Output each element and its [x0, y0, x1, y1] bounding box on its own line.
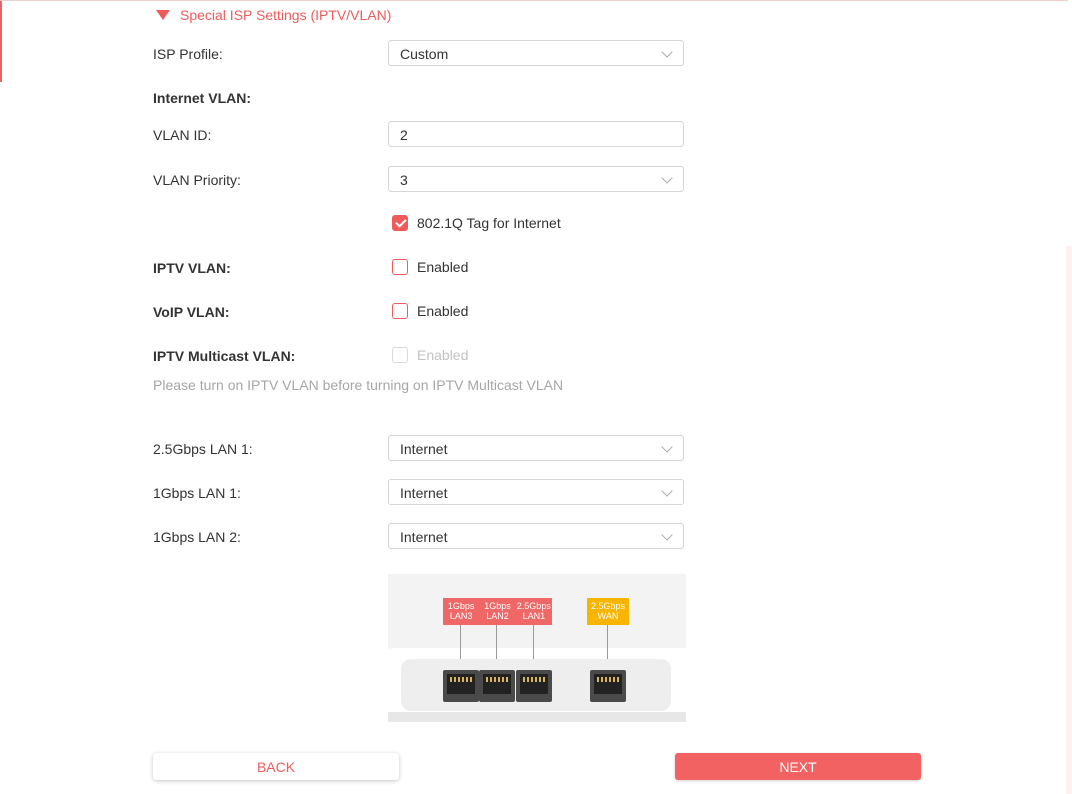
port-value: Internet — [400, 529, 448, 545]
iptv-multicast-hint: Please turn on IPTV VLAN before turning … — [153, 377, 564, 393]
lan1-name: LAN1 — [522, 611, 546, 621]
back-button[interactable]: BACK — [153, 753, 399, 780]
voip-vlan-label: VoIP VLAN: — [153, 304, 230, 320]
vlan-id-input[interactable]: 2 — [388, 121, 684, 147]
iptv-multicast-enabled-label: Enabled — [417, 347, 469, 363]
lan3-name: LAN3 — [449, 611, 473, 621]
triangle-down-icon — [156, 10, 170, 20]
port-select-lan-2-5g-1[interactable]: Internet — [388, 435, 684, 461]
iptv-multicast-checkbox-row: Enabled — [392, 347, 468, 363]
vlan-priority-value: 3 — [400, 172, 408, 188]
router-port-diagram: 1Gbps LAN3 1Gbps LAN2 2.5Gbps LAN1 2.5Gbps … — [388, 574, 686, 722]
chevron-down-icon — [661, 485, 673, 497]
next-button[interactable]: NEXT — [675, 753, 921, 780]
chevron-down-icon — [661, 529, 673, 541]
lan1-speed: 2.5Gbps — [516, 601, 551, 611]
tag-internet-label: 802.1Q Tag for Internet — [417, 215, 561, 231]
chevron-down-icon — [661, 441, 673, 453]
ethernet-port-icon — [479, 670, 515, 702]
tag-internet-checkbox-row[interactable]: 802.1Q Tag for Internet — [392, 215, 561, 231]
chevron-down-icon — [661, 46, 673, 58]
iptv-vlan-label: IPTV VLAN: — [153, 260, 231, 276]
port-value: Internet — [400, 485, 448, 501]
vlan-id-value: 2 — [400, 127, 408, 143]
ethernet-port-icon — [516, 670, 552, 702]
wan-name: WAN — [597, 611, 619, 621]
internet-vlan-heading: Internet VLAN: — [153, 90, 251, 106]
voip-vlan-enabled-label: Enabled — [417, 303, 469, 319]
isp-profile-value: Custom — [400, 46, 449, 62]
vlan-priority-label: VLAN Priority: — [153, 172, 241, 188]
port-select-lan-1g-1[interactable]: Internet — [388, 479, 684, 505]
lan3-connector-line — [460, 625, 461, 659]
port-label-lan-1g-2: 1Gbps LAN 2: — [153, 529, 241, 545]
ethernet-port-icon — [443, 670, 479, 702]
lan2-tag: 1Gbps LAN2 — [479, 601, 515, 625]
lan2-connector-line — [496, 625, 497, 659]
chevron-down-icon — [661, 172, 673, 184]
vlan-priority-select[interactable]: 3 — [388, 166, 684, 192]
tag-internet-checkbox[interactable] — [392, 215, 408, 231]
lan1-tag: 2.5Gbps LAN1 — [516, 601, 552, 625]
wan-port-tag: 2.5Gbps WAN — [587, 598, 629, 625]
section-toggle[interactable]: Special ISP Settings (IPTV/VLAN) — [156, 7, 391, 23]
iptv-vlan-checkbox[interactable] — [392, 259, 408, 275]
port-value: Internet — [400, 441, 448, 457]
lan2-speed: 1Gbps — [484, 601, 511, 611]
isp-profile-label: ISP Profile: — [153, 46, 223, 62]
iptv-vlan-checkbox-row[interactable]: Enabled — [392, 259, 468, 275]
port-select-lan-1g-2[interactable]: Internet — [388, 523, 684, 549]
vlan-id-label: VLAN ID: — [153, 127, 212, 143]
top-border — [0, 0, 1068, 1]
section-title: Special ISP Settings (IPTV/VLAN) — [180, 7, 392, 23]
iptv-multicast-checkbox — [392, 347, 408, 363]
ethernet-port-icon — [590, 670, 626, 702]
router-base — [388, 712, 686, 722]
left-accent-bar — [0, 0, 2, 82]
scrollbar-track[interactable] — [1066, 246, 1072, 794]
voip-vlan-checkbox-row[interactable]: Enabled — [392, 303, 468, 319]
voip-vlan-checkbox[interactable] — [392, 303, 408, 319]
iptv-vlan-enabled-label: Enabled — [417, 259, 469, 275]
wan-speed: 2.5Gbps — [590, 601, 626, 611]
isp-profile-select[interactable]: Custom — [388, 40, 684, 66]
lan3-speed: 1Gbps — [447, 601, 475, 611]
iptv-multicast-label: IPTV Multicast VLAN: — [153, 348, 296, 364]
lan1-connector-line — [533, 625, 534, 659]
lan-ports-tag: 1Gbps LAN3 1Gbps LAN2 2.5Gbps LAN1 — [443, 598, 552, 625]
port-label-lan-1g-1: 1Gbps LAN 1: — [153, 485, 241, 501]
port-label-lan-2-5g-1: 2.5Gbps LAN 1: — [153, 441, 253, 457]
lan3-tag: 1Gbps LAN3 — [443, 601, 479, 625]
wan-connector-line — [607, 625, 608, 659]
lan2-name: LAN2 — [486, 611, 509, 621]
